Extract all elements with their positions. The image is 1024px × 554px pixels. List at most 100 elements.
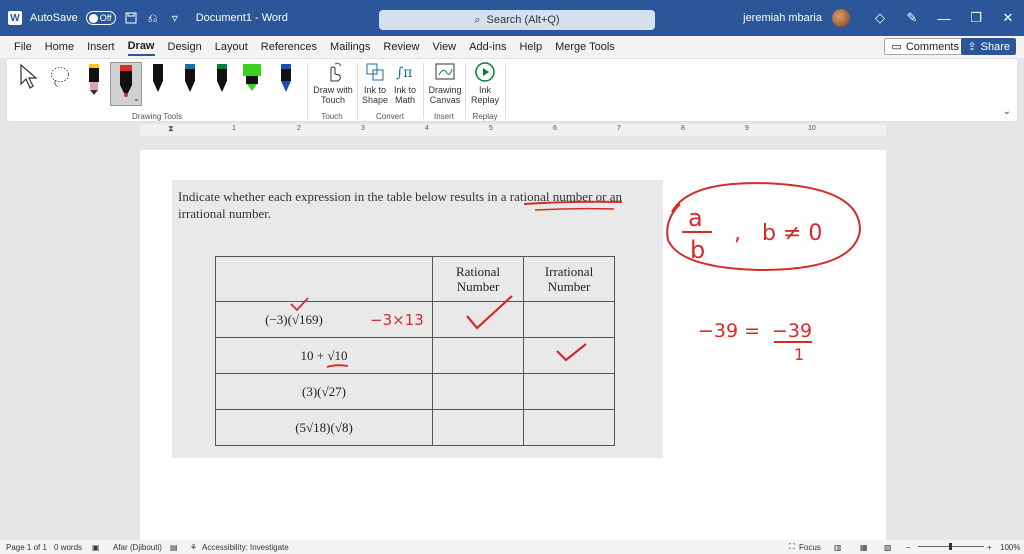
table-row: (3)(√27) <box>215 373 615 410</box>
autosave-label: AutoSave <box>30 12 78 24</box>
expression-cell: (−3)(√169) <box>215 301 433 338</box>
pen-yellow[interactable] <box>83 62 105 102</box>
read-mode-icon[interactable]: ▥ <box>834 543 842 552</box>
avatar[interactable] <box>832 9 850 27</box>
lasso-icon <box>50 67 70 87</box>
macro-icon[interactable]: ▤ <box>170 543 178 552</box>
ruler-number: 10 <box>808 125 816 132</box>
zoom-level[interactable]: 100% <box>1000 543 1020 552</box>
user-name[interactable]: jeremiah mbaria <box>743 12 822 24</box>
svg-text:⌄: ⌄ <box>133 94 138 103</box>
web-layout-icon[interactable]: ▧ <box>884 543 892 552</box>
word-count[interactable]: 0 words <box>54 543 82 552</box>
ruler-number: 6 <box>553 125 557 132</box>
replay-icon <box>475 62 495 82</box>
focus-mode[interactable]: Focus <box>799 543 821 552</box>
accessibility-icon: ⚘ <box>190 542 198 552</box>
tab-help[interactable]: Help <box>519 39 542 55</box>
zoom-out-icon[interactable]: − <box>906 543 911 552</box>
pen-blue[interactable] <box>179 62 201 102</box>
comments-button[interactable]: ▭ Comments <box>884 38 966 55</box>
drawing-canvas-icon <box>435 63 455 80</box>
lasso-tool[interactable] <box>49 62 71 102</box>
convert-group-label: Convert <box>375 112 404 121</box>
search-box[interactable]: ⌕ Search (Alt+Q) <box>379 10 655 30</box>
tab-design[interactable]: Design <box>168 39 202 55</box>
highlighter-green[interactable] <box>241 62 263 102</box>
select-tool[interactable] <box>17 62 39 102</box>
ink-to-math-icon: ∫π <box>396 65 413 81</box>
tab-mailings[interactable]: Mailings <box>330 39 370 55</box>
tab-file[interactable]: File <box>14 39 32 55</box>
pen-black[interactable] <box>147 62 169 102</box>
pen-icon <box>281 64 291 92</box>
pen-blue-galaxy[interactable] <box>275 62 297 102</box>
print-layout-icon[interactable]: ▦ <box>860 543 868 552</box>
word-logo-icon: W <box>8 11 22 25</box>
accessibility-status[interactable]: Accessibility: Investigate <box>202 543 289 552</box>
tab-references[interactable]: References <box>261 39 317 55</box>
pen-icon <box>185 64 195 92</box>
share-button[interactable]: ⇪ Share <box>961 38 1016 55</box>
expression-cell: 10 + √10 <box>215 337 433 374</box>
expression-cell: (5√18)(√8) <box>215 409 433 446</box>
ribbon-collapse-icon[interactable]: ⌄ <box>1003 106 1011 117</box>
drawing-tools-label: Drawing Tools <box>131 112 183 121</box>
tab-review[interactable]: Review <box>383 39 419 55</box>
pen-green[interactable] <box>211 62 233 102</box>
drawing-canvas-button[interactable]: Drawing Canvas <box>427 61 463 105</box>
draw-with-touch-button[interactable]: Draw with Touch <box>313 61 353 105</box>
pen-icon: ⌄ <box>120 65 138 103</box>
zoom-in-icon[interactable]: + <box>987 543 992 552</box>
pen-icon[interactable]: ✎ <box>896 10 928 26</box>
tab-view[interactable]: View <box>432 39 456 55</box>
insert-group: Drawing Canvas Insert <box>423 59 465 123</box>
customize-qat-icon[interactable]: ▿ <box>168 11 182 25</box>
tab-layout[interactable]: Layout <box>215 39 248 55</box>
table-header-irrational: Irrational Number <box>523 256 615 302</box>
tab-add-ins[interactable]: Add-ins <box>469 39 506 55</box>
ruler-number: 3 <box>361 125 365 132</box>
tab-insert[interactable]: Insert <box>87 39 115 55</box>
svg-text:∫π: ∫π <box>396 65 413 81</box>
tab-merge-tools[interactable]: Merge Tools <box>555 39 615 55</box>
pen-icon <box>153 64 163 92</box>
convert-group: Ink to Shape ∫π Ink to Math Convert <box>357 59 423 123</box>
page-count[interactable]: Page 1 of 1 <box>6 543 47 552</box>
indent-marker[interactable]: ⧗ <box>168 124 174 134</box>
comment-icon: ▭ <box>891 41 902 53</box>
menu-bar: File Home Insert Draw Design Layout Refe… <box>0 36 1024 58</box>
insert-group-label: Insert <box>433 112 454 121</box>
pen-red[interactable]: ⌄ <box>110 62 142 106</box>
minimize-icon[interactable]: — <box>928 11 960 26</box>
title-bar: W AutoSave Off ⎌ ▿ Document1 - Word ⌕ Se… <box>0 0 1024 36</box>
autosave-toggle[interactable]: Off <box>85 11 116 25</box>
zoom-slider-thumb[interactable] <box>949 543 952 550</box>
expression-cell: (3)(√27) <box>215 373 433 410</box>
zoom-slider[interactable] <box>918 543 984 550</box>
proofing-icon[interactable]: ▣ <box>92 543 100 552</box>
ruler-number: 9 <box>745 125 749 132</box>
status-bar: Page 1 of 1 0 words ▣ Afar (Djibouti) ▤ … <box>0 540 1024 554</box>
search-icon: ⌕ <box>474 13 481 26</box>
ink-to-math-button[interactable]: ∫π Ink to Math <box>391 61 419 105</box>
save-icon[interactable] <box>124 11 138 25</box>
undo-redo-icon[interactable]: ⎌ <box>146 11 160 25</box>
highlighter-icon <box>243 64 261 91</box>
restore-icon[interactable]: ❐ <box>960 10 992 26</box>
language[interactable]: Afar (Djibouti) <box>113 543 162 552</box>
tab-draw[interactable]: Draw <box>127 38 155 56</box>
pen-icon <box>217 64 227 92</box>
ruler-number: 8 <box>681 125 685 132</box>
drawing-tools-group: ⌄ Drawing Tools <box>7 59 307 123</box>
ruler-number: 2 <box>297 125 301 132</box>
ink-to-shape-button[interactable]: Ink to Shape <box>361 61 389 105</box>
close-icon[interactable]: ✕ <box>992 10 1024 26</box>
ruler-number: 7 <box>617 125 621 132</box>
touch-group: Draw with Touch Touch <box>307 59 357 123</box>
tab-home[interactable]: Home <box>45 39 74 55</box>
focus-icon: ⛶ <box>789 542 795 551</box>
select-arrow-icon <box>20 63 38 89</box>
premium-diamond-icon[interactable]: ◇ <box>864 10 896 26</box>
ink-replay-button[interactable]: Ink Replay <box>469 61 501 105</box>
